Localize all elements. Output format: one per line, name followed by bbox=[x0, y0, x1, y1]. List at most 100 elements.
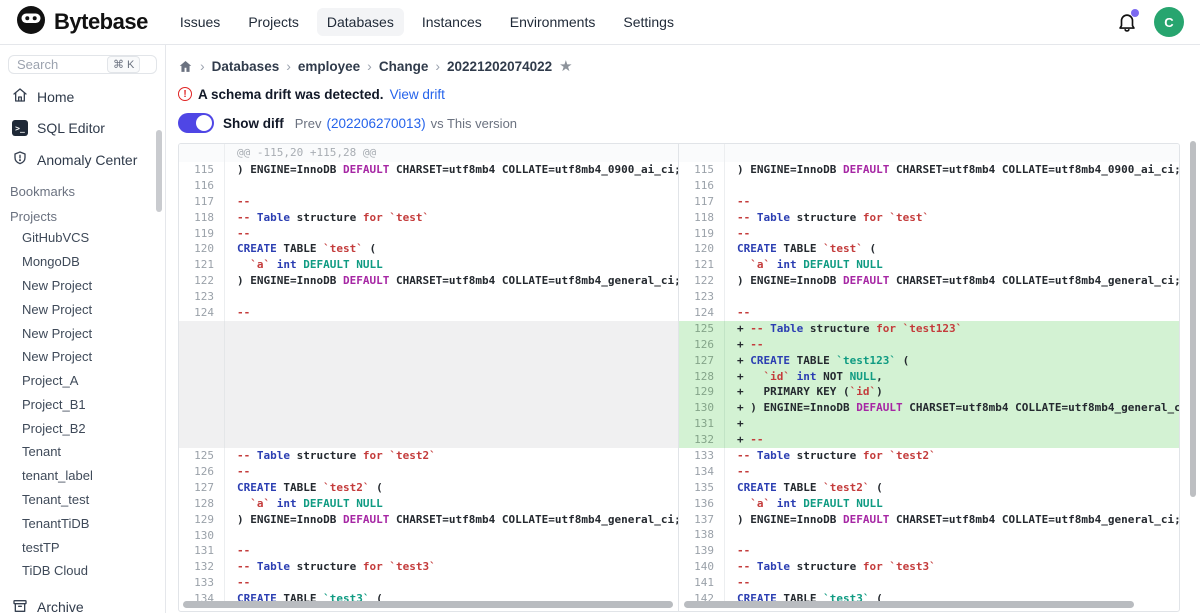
sidebar-project-item[interactable]: Project_A bbox=[0, 369, 165, 393]
sidebar-project-item[interactable]: Project_B2 bbox=[0, 416, 165, 440]
sidebar-item-home[interactable]: Home bbox=[0, 80, 165, 113]
diff-line: 129+ PRIMARY KEY (`id`) bbox=[679, 384, 1179, 400]
toggle-knob bbox=[196, 115, 212, 131]
diff-line: 135CREATE TABLE `test2` ( bbox=[679, 480, 1179, 496]
search-box[interactable]: ⌘ K bbox=[8, 55, 157, 74]
diff-line: 122) ENGINE=InnoDB DEFAULT CHARSET=utf8m… bbox=[179, 273, 678, 289]
breadcrumb-separator bbox=[435, 58, 440, 74]
sidebar-item-archive[interactable]: Archive bbox=[0, 589, 165, 613]
show-diff-toggle[interactable] bbox=[178, 113, 214, 133]
diff-line: 128+ `id` int NOT NULL, bbox=[679, 369, 1179, 385]
diff-line: 125+ -- Table structure for `test123` bbox=[679, 321, 1179, 337]
sidebar-project-item[interactable]: New Project bbox=[0, 321, 165, 345]
nav-item-environments[interactable]: Environments bbox=[500, 8, 606, 36]
breadcrumb-separator bbox=[200, 58, 205, 74]
diff-hunk-header: @@ -115,20 +115,28 @@ bbox=[179, 144, 678, 162]
sidebar-project-item[interactable]: New Project bbox=[0, 345, 165, 369]
sidebar-project-item[interactable]: TenantTiDB bbox=[0, 511, 165, 535]
diff-line: 123 bbox=[179, 289, 678, 305]
sidebar-project-item[interactable]: New Project bbox=[0, 274, 165, 298]
alert-text: A schema drift was detected. bbox=[198, 87, 384, 102]
sidebar-item-label: Home bbox=[37, 89, 74, 105]
sidebar-project-item[interactable]: Project_B1 bbox=[0, 392, 165, 416]
main-nav: Issues Projects Databases Instances Environm… bbox=[170, 8, 684, 36]
diff-line: 132-- Table structure for `test3` bbox=[179, 559, 678, 575]
bookmark-star-icon[interactable]: ★ bbox=[559, 59, 572, 74]
diff-line: 117-- bbox=[679, 194, 1179, 210]
diff-line: 115) ENGINE=InnoDB DEFAULT CHARSET=utf8m… bbox=[679, 162, 1179, 178]
bytebase-logo-icon bbox=[16, 5, 46, 40]
diff-line: 130 bbox=[179, 528, 678, 544]
sidebar-item-anomaly-center[interactable]: Anomaly Center bbox=[0, 143, 165, 176]
diff-line: 115) ENGINE=InnoDB DEFAULT CHARSET=utf8m… bbox=[179, 162, 678, 178]
diff-line: 118-- Table structure for `test` bbox=[179, 210, 678, 226]
sidebar-project-item[interactable]: GitHubVCS bbox=[0, 226, 165, 250]
diff-previous-column: @@ -115,20 +115,28 @@115) ENGINE=InnoDB … bbox=[179, 144, 679, 611]
diff-line: 139-- bbox=[679, 543, 1179, 559]
diff-line: 127+ CREATE TABLE `test123` ( bbox=[679, 353, 1179, 369]
diff-line: 125-- Table structure for `test2` bbox=[179, 448, 678, 464]
sidebar-item-sql-editor[interactable]: >_ SQL Editor bbox=[0, 113, 165, 143]
search-input[interactable] bbox=[17, 57, 107, 72]
diff-line: 122) ENGINE=InnoDB DEFAULT CHARSET=utf8m… bbox=[679, 273, 1179, 289]
nav-item-projects[interactable]: Projects bbox=[238, 8, 309, 36]
sidebar-project-item[interactable]: tenant_label bbox=[0, 464, 165, 488]
notification-bell-icon[interactable] bbox=[1116, 11, 1138, 33]
diff-line: 129) ENGINE=InnoDB DEFAULT CHARSET=utf8m… bbox=[179, 512, 678, 528]
sidebar: ⌘ K Home >_ SQL Editor Anomaly bbox=[0, 45, 166, 613]
sidebar-project-item[interactable]: Tenant_test bbox=[0, 488, 165, 512]
sidebar-item-label: Archive bbox=[37, 599, 84, 613]
nav-item-instances[interactable]: Instances bbox=[412, 8, 492, 36]
top-navbar: Bytebase Issues Projects Databases Instance… bbox=[0, 0, 1200, 45]
diff-line: 119-- bbox=[679, 226, 1179, 242]
nav-item-issues[interactable]: Issues bbox=[170, 8, 230, 36]
view-drift-link[interactable]: View drift bbox=[390, 87, 445, 102]
diff-line: 130+ ) ENGINE=InnoDB DEFAULT CHARSET=utf… bbox=[679, 400, 1179, 416]
sidebar-project-item[interactable]: TiDB Cloud bbox=[0, 559, 165, 583]
sidebar-project-item[interactable]: Tenant bbox=[0, 440, 165, 464]
avatar[interactable]: C bbox=[1154, 7, 1184, 37]
diff-line: 126-- bbox=[179, 464, 678, 480]
diff-line: 131-- bbox=[179, 543, 678, 559]
sidebar-project-item[interactable]: New Project bbox=[0, 297, 165, 321]
breadcrumb-employee[interactable]: employee bbox=[298, 59, 360, 74]
breadcrumb-change[interactable]: Change bbox=[379, 59, 429, 74]
archive-icon bbox=[12, 598, 28, 613]
right-horizontal-scrollbar[interactable] bbox=[684, 601, 1134, 608]
bytebase-logo[interactable]: Bytebase bbox=[16, 5, 148, 40]
diff-current-column: 115) ENGINE=InnoDB DEFAULT CHARSET=utf8m… bbox=[679, 144, 1179, 611]
diff-hunk-header bbox=[679, 144, 1179, 162]
diff-line: 134-- bbox=[679, 464, 1179, 480]
sidebar-project-item[interactable]: MongoDB bbox=[0, 250, 165, 274]
diff-line: 120CREATE TABLE `test` ( bbox=[179, 241, 678, 257]
main-content: Databases employee Change 20221202074022… bbox=[166, 45, 1200, 613]
schema-diff-view: @@ -115,20 +115,28 @@115) ENGINE=InnoDB … bbox=[178, 143, 1180, 612]
nav-item-settings[interactable]: Settings bbox=[613, 8, 684, 36]
diff-line: 119-- bbox=[179, 226, 678, 242]
breadcrumb-databases[interactable]: Databases bbox=[212, 59, 280, 74]
projects-section-label: Projects bbox=[0, 201, 165, 226]
nav-item-databases[interactable]: Databases bbox=[317, 8, 404, 36]
show-diff-label: Show diff bbox=[223, 116, 284, 131]
diff-line: 136 `a` int DEFAULT NULL bbox=[679, 496, 1179, 512]
bookmarks-section-label: Bookmarks bbox=[0, 176, 165, 201]
sidebar-item-label: Anomaly Center bbox=[37, 152, 137, 168]
diff-line: 140-- Table structure for `test3` bbox=[679, 559, 1179, 575]
breadcrumb-home-icon[interactable] bbox=[178, 59, 193, 74]
diff-line: 120CREATE TABLE `test` ( bbox=[679, 241, 1179, 257]
left-horizontal-scrollbar[interactable] bbox=[183, 601, 673, 608]
home-icon bbox=[12, 87, 28, 106]
sidebar-project-item[interactable]: testTP bbox=[0, 535, 165, 559]
prev-version-link[interactable]: (202206270013) bbox=[326, 116, 425, 131]
diff-line: 127CREATE TABLE `test2` ( bbox=[179, 480, 678, 496]
diff-line: 121 `a` int DEFAULT NULL bbox=[179, 257, 678, 273]
sidebar-scrollbar[interactable] bbox=[156, 130, 162, 212]
search-shortcut-badge: ⌘ K bbox=[107, 56, 140, 73]
breadcrumb-separator bbox=[367, 58, 372, 74]
diff-line: 118-- Table structure for `test` bbox=[679, 210, 1179, 226]
prev-label: Prev bbox=[295, 116, 322, 131]
terminal-icon: >_ bbox=[12, 120, 28, 136]
page-vertical-scrollbar[interactable] bbox=[1190, 141, 1196, 497]
diff-toolbar: Show diff Prev (202206270013) vs This ve… bbox=[178, 112, 1200, 134]
diff-line: 141-- bbox=[679, 575, 1179, 591]
